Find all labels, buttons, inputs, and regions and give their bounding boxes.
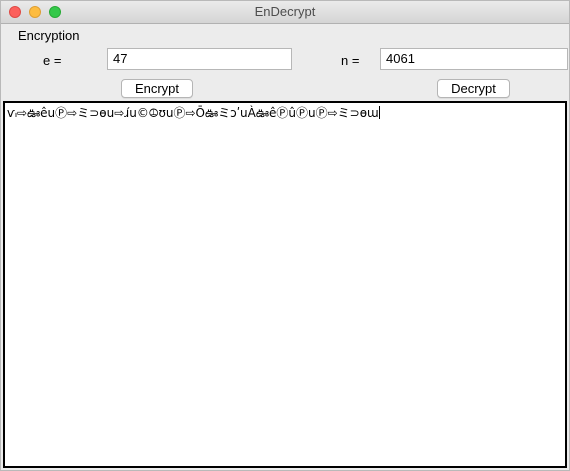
- window-title: EnDecrypt: [254, 4, 316, 19]
- main-content: Encryption e = 47 n = 4061 Encrypt Decry…: [1, 24, 569, 470]
- output-text-area[interactable]: ѵ៲⇨ఊêսⓅ⇨ミ⊃ѳս⇨ɹ́ս©⦹ʊսⓅ⇨ŌఊミɔʹսÀఊêⓅûⓅսⓅ⇨ミ⊃ѳ…: [3, 101, 567, 468]
- text-caret: [378, 106, 380, 119]
- decrypt-button[interactable]: Decrypt: [437, 79, 510, 98]
- n-label: n =: [341, 53, 360, 68]
- e-input[interactable]: 47: [107, 48, 292, 70]
- e-label: e =: [43, 53, 62, 68]
- encrypt-button[interactable]: Encrypt: [121, 79, 193, 98]
- title-bar[interactable]: EnDecrypt: [1, 1, 569, 24]
- n-input[interactable]: 4061: [380, 48, 568, 70]
- encryption-section-label: Encryption: [18, 28, 80, 43]
- output-text-line: ѵ៲⇨ఊêսⓅ⇨ミ⊃ѳս⇨ɹ́ս©⦹ʊսⓅ⇨ŌఊミɔʹսÀఊêⓅûⓅսⓅ⇨ミ⊃ѳ…: [7, 105, 380, 121]
- output-text: ѵ៲⇨ఊêսⓅ⇨ミ⊃ѳս⇨ɹ́ս©⦹ʊսⓅ⇨ŌఊミɔʹսÀఊêⓅûⓅսⓅ⇨ミ⊃ѳ…: [7, 106, 379, 120]
- endecrypt-window: EnDecrypt Encryption e = 47 n = 4061 Enc…: [0, 0, 570, 471]
